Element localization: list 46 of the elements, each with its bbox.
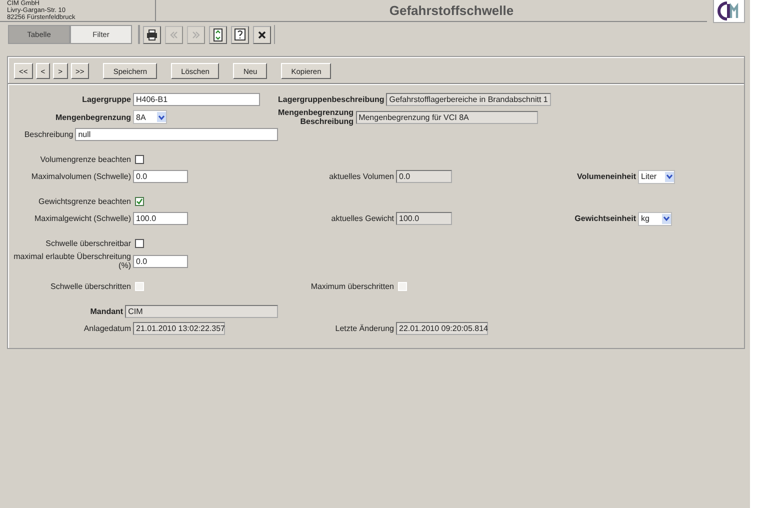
dropdown[interactable]: 8A bbox=[133, 110, 167, 124]
readonly-field: 100.0 bbox=[396, 212, 452, 225]
checkbox[interactable] bbox=[135, 239, 144, 248]
input-field[interactable]: H406-B1 bbox=[133, 93, 260, 106]
input-field[interactable]: null bbox=[75, 128, 278, 141]
readonly-field: Mengenbegrenzung für VCI 8A bbox=[356, 110, 538, 124]
field-label: Schwelle überschreitbar bbox=[44, 239, 132, 248]
field-label: Maximalgewicht (Schwelle) bbox=[34, 214, 132, 223]
readonly-field: 21.01.2010 13:02:22.357 bbox=[133, 322, 225, 335]
field-label: Beschreibung bbox=[23, 130, 74, 139]
checkbox[interactable] bbox=[135, 197, 144, 206]
dropdown[interactable]: Liter bbox=[638, 170, 675, 184]
readonly-field: CIM bbox=[125, 305, 278, 318]
field-label: Maximalvolumen (Schwelle) bbox=[30, 172, 132, 181]
input-field[interactable]: 0.0 bbox=[133, 170, 188, 183]
field-label: Mandant bbox=[89, 307, 124, 316]
readonly-field: 22.01.2010 09:20:05.814 bbox=[396, 322, 488, 335]
input-field[interactable]: 0.0 bbox=[133, 254, 188, 268]
field-label: Mengenbegrenzung Beschreibung bbox=[278, 108, 355, 126]
field-label: Schwelle überschritten bbox=[50, 282, 132, 291]
toolbar-button[interactable] bbox=[209, 26, 227, 44]
field-label: aktuelles Gewicht bbox=[330, 214, 395, 223]
checkbox[interactable] bbox=[135, 155, 144, 164]
field-label: maximal erlaubte Überschreitung (%) bbox=[12, 252, 132, 270]
input-field[interactable]: 100.0 bbox=[133, 212, 188, 225]
field-label: Maximum überschritten bbox=[310, 282, 395, 291]
field-label: Letzte Änderung bbox=[334, 324, 395, 333]
readonly-field: Gefahrstofflagerbereiche in Brandabschnitt 1 bbox=[386, 93, 551, 106]
field-label: Mengenbegrenzung bbox=[54, 112, 132, 122]
field-label: Gewichtsgrenze beachten bbox=[38, 197, 132, 206]
toolbar-button[interactable] bbox=[253, 26, 271, 44]
page-title: Gefahrstoffschwelle bbox=[389, 3, 514, 18]
dropdown[interactable]: kg bbox=[638, 212, 672, 226]
field-label: aktuelles Volumen bbox=[328, 172, 395, 181]
toolbar-button[interactable] bbox=[231, 26, 249, 44]
field-label: Gewichtseinheit bbox=[574, 214, 637, 223]
toolbar-button[interactable] bbox=[143, 26, 161, 44]
field-label: Lagergruppe bbox=[81, 95, 132, 104]
field-label: Volumengrenze beachten bbox=[39, 155, 132, 164]
checkmark-icon bbox=[136, 198, 143, 205]
readonly-field: 0.0 bbox=[396, 170, 452, 183]
field-label: Lagergruppenbeschreibung bbox=[278, 95, 386, 104]
print-icon bbox=[144, 26, 160, 42]
field-label: Volumeneinheit bbox=[576, 172, 637, 181]
field-label: Anlagedatum bbox=[82, 324, 132, 333]
help-document-icon bbox=[232, 26, 248, 42]
